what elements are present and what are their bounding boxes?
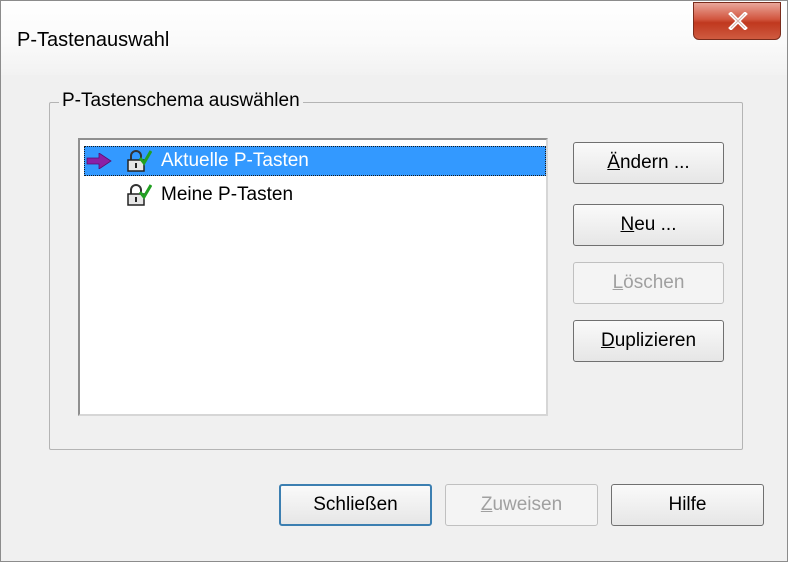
hilfe-button[interactable]: Hilfe (611, 484, 764, 526)
aendern-button[interactable]: Ändern ... (573, 142, 724, 184)
title-bar: P-Tastenauswahl (1, 1, 787, 75)
neu-mnemonic: N (620, 214, 635, 235)
loeschen-button[interactable]: Löschen (573, 262, 724, 304)
lock-check-icon (127, 150, 152, 172)
zuweisen-mnemonic: Z (480, 494, 493, 515)
list-item[interactable]: Meine P-Tasten (84, 180, 546, 210)
scheme-listbox[interactable]: Aktuelle P-Tasten Meine P-Tasten (78, 138, 548, 416)
close-button[interactable] (693, 2, 781, 40)
loeschen-mnemonic: L (612, 272, 624, 293)
duplizieren-label: uplizieren (614, 330, 697, 351)
lock-check-icon (127, 184, 152, 206)
schliessen-button[interactable]: Schließen (279, 484, 432, 526)
list-item-label: Meine P-Tasten (161, 184, 294, 205)
zuweisen-label: uweisen (492, 494, 563, 515)
aendern-mnemonic: Ä (607, 152, 620, 173)
close-icon (728, 12, 748, 30)
duplizieren-mnemonic: D (600, 330, 615, 351)
arrow-right-icon (86, 153, 112, 169)
duplizieren-button[interactable]: Duplizieren (573, 320, 724, 362)
neu-button[interactable]: Neu ... (573, 204, 724, 246)
list-item[interactable]: Aktuelle P-Tasten (84, 146, 546, 176)
list-item-label: Aktuelle P-Tasten (161, 150, 309, 171)
groupbox-label: P-Tastenschema auswählen (59, 90, 303, 112)
dialog-window: P-Tastenauswahl P-Tastenschema auswählen… (0, 0, 788, 562)
window-title: P-Tastenauswahl (17, 29, 170, 51)
zuweisen-button[interactable]: Zuweisen (445, 484, 598, 526)
loeschen-label: öschen (623, 272, 685, 293)
aendern-label: ndern ... (619, 152, 690, 173)
neu-label: eu ... (634, 214, 677, 235)
